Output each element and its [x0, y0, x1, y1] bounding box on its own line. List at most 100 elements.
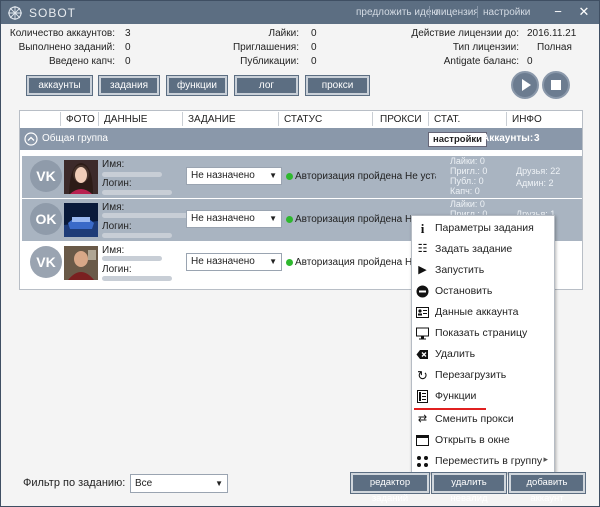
- status-ok-icon: [286, 259, 293, 266]
- stat-captcha: Капч: 0: [450, 186, 480, 196]
- start-all-button[interactable]: [511, 71, 539, 99]
- menu-item-reload[interactable]: ↻ Перезагрузить: [412, 365, 554, 386]
- nav-functions-button[interactable]: функции: [166, 75, 228, 96]
- menu-item-move-group[interactable]: Переместить в группу ▸: [412, 451, 554, 472]
- menu-item-label: Параметры задания: [435, 222, 534, 234]
- settings-link[interactable]: настройки: [483, 7, 530, 18]
- app-window: SOBOT предложить идею лицензия настройки…: [0, 0, 600, 507]
- group-accounts-label: Аккаунты:: [482, 133, 534, 144]
- group-title: Общая группа: [42, 133, 108, 144]
- move-group-icon: [417, 456, 428, 467]
- collapse-icon[interactable]: [24, 132, 38, 146]
- stat-likes: Лайки: 0: [450, 156, 485, 166]
- play-icon: ▶: [418, 264, 427, 276]
- menu-item-delete[interactable]: Удалить: [412, 344, 554, 365]
- task-select-value: Не назначено: [191, 213, 255, 224]
- name-label: Имя:: [102, 245, 125, 256]
- functions-icon: [417, 390, 428, 403]
- chevron-down-icon: ▼: [269, 214, 277, 223]
- column-separator: [506, 112, 507, 126]
- menu-item-start[interactable]: ▶ Запустить: [412, 260, 554, 281]
- vk-icon: VK: [30, 246, 62, 278]
- header-info[interactable]: ИНФО: [512, 114, 542, 125]
- column-separator: [182, 112, 183, 126]
- account-card-icon: [416, 307, 429, 318]
- menu-item-label: Удалить: [435, 348, 476, 360]
- menu-item-label: Остановить: [435, 285, 493, 297]
- column-separator: [278, 112, 279, 126]
- stop-icon: [416, 285, 429, 298]
- header-task[interactable]: ЗАДАНИЕ: [188, 114, 236, 125]
- chevron-down-icon: ▼: [269, 171, 277, 180]
- header-photo[interactable]: ФОТО: [66, 114, 95, 125]
- minimize-button[interactable]: −: [549, 4, 567, 20]
- stat-label-captcha: Введено капч:: [48, 56, 115, 67]
- menu-item-label: Открыть в окне: [435, 434, 510, 446]
- add-account-button[interactable]: добавить аккаунт: [508, 472, 586, 504]
- menu-item-label: Задать задание: [435, 243, 513, 255]
- menu-item-assign-task[interactable]: ☷ Задать задание: [412, 239, 554, 260]
- header-data[interactable]: ДАННЫЕ: [104, 114, 147, 125]
- group-row[interactable]: Общая группа настройки Аккаунты: 3: [20, 128, 582, 150]
- reload-icon: ↻: [417, 368, 428, 383]
- stat-label-antigate: Antigate баланс:: [443, 56, 519, 67]
- submenu-arrow-icon: ▸: [543, 454, 548, 464]
- stat-value-tasks-done: 0: [125, 42, 131, 53]
- stat-value-license-until: 2016.11.21: [527, 28, 577, 39]
- menu-item-account-data[interactable]: Данные аккаунта: [412, 302, 554, 323]
- stat-label-posts: Публикации:: [240, 56, 299, 67]
- stat-value-accounts: 3: [125, 28, 131, 39]
- header-stat[interactable]: СТАТ.: [434, 114, 460, 125]
- stat-label-tasks-done: Выполнено заданий:: [18, 42, 115, 53]
- stat-posts: Публ.: 0: [450, 176, 484, 186]
- table-row[interactable]: VK Имя: Логин: Не назначено ▼ Авторизация…: [22, 156, 582, 198]
- stat-value-captcha: 0: [125, 56, 131, 67]
- filter-select[interactable]: Все ▼: [130, 474, 228, 493]
- close-button[interactable]: ✕: [575, 4, 593, 20]
- license-link[interactable]: лицензия: [435, 7, 479, 18]
- menu-item-task-params[interactable]: i Параметры задания: [412, 218, 554, 239]
- task-editor-button[interactable]: редактор заданий: [350, 472, 430, 504]
- nav-tasks-button[interactable]: задания: [98, 75, 160, 96]
- task-select[interactable]: Не назначено ▼: [186, 210, 282, 228]
- name-label: Имя:: [102, 202, 125, 213]
- column-separator: [372, 112, 373, 126]
- menu-item-open-window[interactable]: Открыть в окне: [412, 430, 554, 451]
- status-text: Авторизация пройдена Не установлен: [295, 171, 436, 182]
- suggest-idea-link[interactable]: предложить идею: [356, 7, 439, 18]
- app-title: SOBOT: [29, 6, 77, 20]
- header-proxy[interactable]: ПРОКСИ: [380, 114, 422, 125]
- stat-value-posts: 0: [311, 56, 317, 67]
- highlight-underline: [414, 408, 486, 410]
- nav-proxy-button[interactable]: прокси: [305, 75, 370, 96]
- login-label: Логин:: [102, 264, 132, 275]
- stop-all-button[interactable]: [542, 71, 570, 99]
- group-settings-button[interactable]: настройки: [428, 132, 487, 147]
- login-label: Логин:: [102, 221, 132, 232]
- login-value-blurred: [102, 190, 172, 195]
- title-bar: SOBOT предложить идею лицензия настройки…: [1, 1, 599, 24]
- stat-value-likes: 0: [311, 28, 317, 39]
- menu-item-stop[interactable]: Остановить: [412, 281, 554, 302]
- status-cell: Авторизация пройдена Не установлен: [286, 171, 436, 182]
- stat-likes: Лайки: 0: [450, 199, 485, 209]
- header-status[interactable]: СТАТУС: [284, 114, 322, 125]
- delete-invalid-button[interactable]: удалить невалид: [431, 472, 507, 504]
- menu-item-label: Функции: [435, 390, 477, 402]
- nav-log-button[interactable]: лог: [234, 75, 299, 96]
- menu-item-label: Показать страницу: [435, 327, 528, 339]
- task-select-value: Не назначено: [191, 256, 255, 267]
- menu-item-show-page[interactable]: Показать страницу: [412, 323, 554, 344]
- task-select-value: Не назначено: [191, 170, 255, 181]
- stat-value-antigate: 0: [527, 56, 533, 67]
- menu-item-change-proxy[interactable]: ⇄ Сменить прокси: [412, 409, 554, 430]
- nav-accounts-button[interactable]: аккаунты: [26, 75, 93, 96]
- context-menu: i Параметры задания ☷ Задать задание ▶ З…: [411, 215, 555, 473]
- menu-item-label: Запустить: [435, 264, 485, 276]
- task-select[interactable]: Не назначено ▼: [186, 253, 282, 271]
- filter-select-value: Все: [135, 478, 153, 489]
- task-select[interactable]: Не назначено ▼: [186, 167, 282, 185]
- menu-item-functions[interactable]: Функции: [412, 386, 554, 407]
- avatar: [64, 203, 98, 237]
- window-icon: [416, 435, 429, 446]
